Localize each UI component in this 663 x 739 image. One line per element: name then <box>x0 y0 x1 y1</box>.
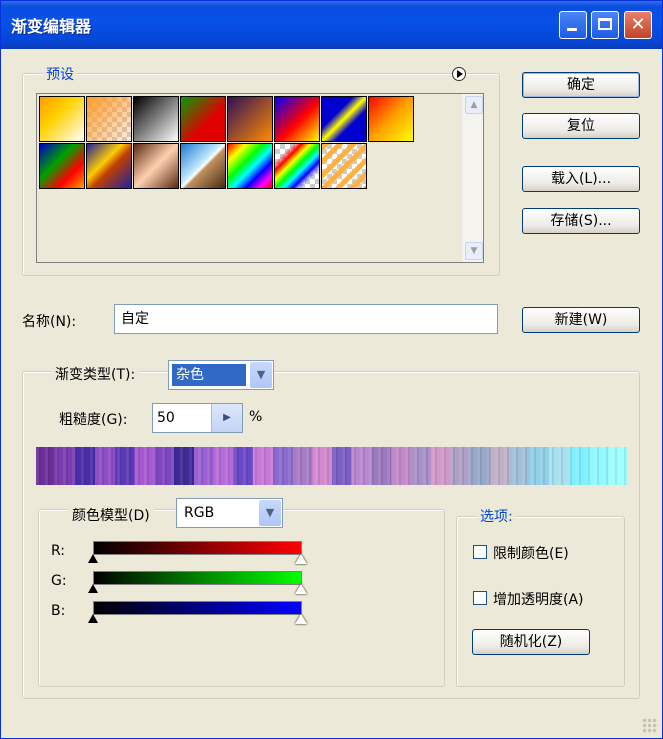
scroll-up-icon[interactable]: ▲ <box>465 96 483 114</box>
maximize-button[interactable] <box>591 11 619 39</box>
channel-b-min-stop[interactable] <box>88 614 98 623</box>
roughness-label: 粗糙度(G): <box>59 412 128 428</box>
roughness-field[interactable]: 50 ▶ <box>152 403 243 433</box>
gradient-type-value: 杂色 <box>172 364 246 386</box>
randomize-button[interactable]: 随机化(Z) <box>472 629 590 655</box>
preset-swatch[interactable] <box>180 96 226 142</box>
preset-swatch[interactable] <box>39 96 85 142</box>
gradient-type-select[interactable]: 杂色 ▼ <box>168 360 274 390</box>
preset-swatch[interactable] <box>368 96 414 142</box>
name-label: 名称(N): <box>22 314 77 330</box>
load-button[interactable]: 载入(L)... <box>522 166 640 192</box>
channel-g-max-stop[interactable] <box>295 584 307 594</box>
color-model-value: RGB <box>184 505 215 521</box>
color-model-select[interactable]: RGB ▼ <box>176 498 283 528</box>
minimize-button[interactable] <box>559 11 587 39</box>
presets-scrollbar[interactable]: ▲ ▼ <box>462 94 483 262</box>
close-icon: ✕ <box>630 14 646 35</box>
color-model-label: 颜色模型(D) <box>68 505 154 525</box>
reset-button[interactable]: 复位 <box>522 113 640 139</box>
roughness-value: 50 <box>157 410 175 426</box>
channel-g-label: G: <box>51 573 67 589</box>
preset-swatch[interactable] <box>133 96 179 142</box>
gradient-editor-window: 渐变编辑器 ✕ 预设 ▲ ▼ 确定 复位 载入(L)... 存储(S)... 名… <box>0 0 663 739</box>
close-button[interactable]: ✕ <box>624 11 652 39</box>
add-transparency-label[interactable]: 增加透明度(A) <box>493 589 584 609</box>
preset-swatch[interactable] <box>86 96 132 142</box>
new-button[interactable]: 新建(W) <box>522 307 640 333</box>
preset-swatch[interactable] <box>180 143 226 189</box>
ok-button[interactable]: 确定 <box>522 72 640 98</box>
preset-swatch[interactable] <box>274 96 320 142</box>
roughness-unit: % <box>249 409 263 425</box>
channel-r-ramp[interactable] <box>93 541 302 555</box>
channel-g-ramp[interactable] <box>93 571 302 585</box>
gradient-type-label: 渐变类型(T): <box>51 364 140 384</box>
name-input[interactable]: 自定 <box>114 304 498 334</box>
channel-b-ramp[interactable] <box>93 601 302 615</box>
add-transparency-checkbox[interactable] <box>473 591 487 605</box>
preset-swatch[interactable] <box>133 143 179 189</box>
channel-r-min-stop[interactable] <box>88 554 98 563</box>
window-title: 渐变编辑器 <box>11 17 92 36</box>
options-legend: 选项: <box>477 506 516 526</box>
save-button[interactable]: 存储(S)... <box>522 208 640 234</box>
channel-b-label: B: <box>51 603 66 619</box>
presets-panel: ▲ ▼ <box>36 93 484 263</box>
maximize-icon <box>598 18 612 30</box>
circle-arrow-icon[interactable] <box>452 67 466 81</box>
preset-swatch[interactable] <box>86 143 132 189</box>
restrict-colors-label[interactable]: 限制颜色(E) <box>493 543 569 563</box>
noise-gradient-preview[interactable] <box>36 447 628 485</box>
preset-swatch[interactable] <box>321 96 367 142</box>
preset-swatch[interactable] <box>39 143 85 189</box>
channel-r-max-stop[interactable] <box>295 554 307 564</box>
preset-swatch[interactable] <box>227 143 273 189</box>
chevron-down-icon[interactable]: ▼ <box>250 362 272 388</box>
restrict-colors-checkbox[interactable] <box>473 545 487 559</box>
preset-swatch[interactable] <box>227 96 273 142</box>
channel-b-max-stop[interactable] <box>295 614 307 624</box>
channel-g-min-stop[interactable] <box>88 584 98 593</box>
presets-legend: 预设 <box>43 64 77 84</box>
minimize-icon <box>567 28 577 31</box>
preset-swatch[interactable] <box>274 143 320 189</box>
preset-swatch[interactable] <box>321 143 367 189</box>
resize-grip-icon[interactable] <box>642 718 658 734</box>
chevron-down-icon[interactable]: ▼ <box>259 500 281 526</box>
color-model-group <box>38 509 445 687</box>
roughness-slider-arrow-icon[interactable]: ▶ <box>211 404 242 432</box>
title-bar[interactable]: 渐变编辑器 ✕ <box>1 1 662 49</box>
channel-r-label: R: <box>51 543 66 559</box>
scroll-down-icon[interactable]: ▼ <box>465 242 483 260</box>
